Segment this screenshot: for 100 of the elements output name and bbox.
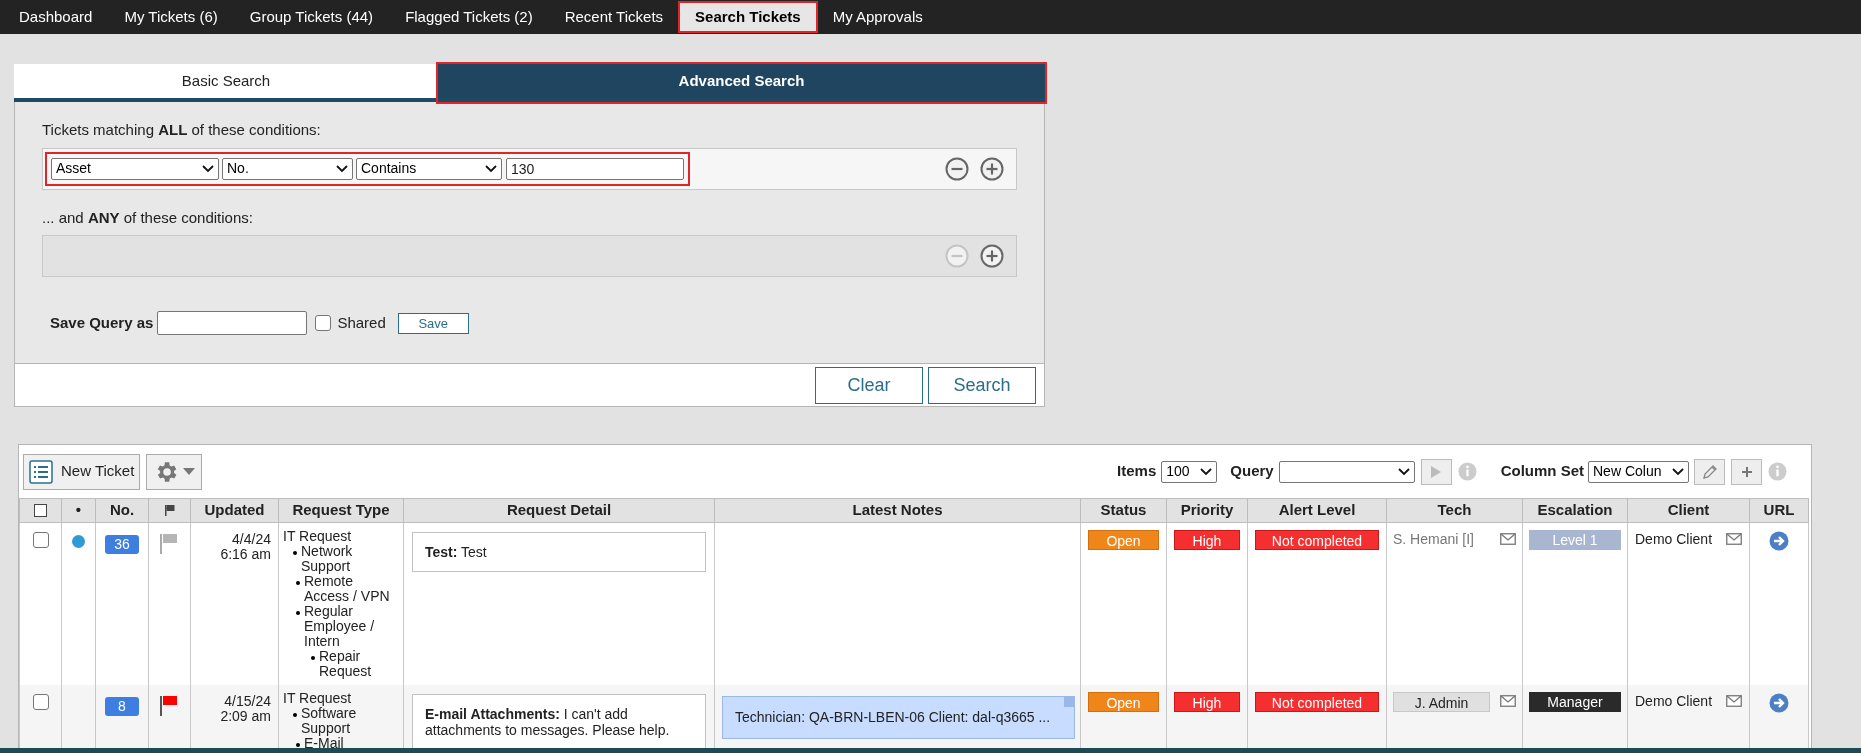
- add-condition-button[interactable]: [980, 156, 1004, 181]
- query-name-field[interactable]: [157, 311, 308, 335]
- note-text: Technician: QA-BRN-LBEN-06 Client: dal-q3665 ...: [735, 708, 1051, 725]
- request-detail-text: Test: Test: [425, 543, 487, 560]
- caret-icon: [1672, 467, 1684, 476]
- ticket-number-badge[interactable]: 8: [105, 696, 139, 716]
- arrow-right-icon[interactable]: [1769, 530, 1789, 551]
- column-header[interactable]: Client: [1627, 498, 1750, 522]
- updated-time: 2:09 am: [219, 708, 271, 724]
- note-card[interactable]: Technician: QA-BRN-LBEN-06 Client: dal-q3665 ...: [722, 695, 1075, 739]
- bullet-icon: [311, 655, 315, 660]
- bullet-icon: [296, 742, 300, 747]
- select-all-checkbox[interactable]: [34, 503, 47, 517]
- column-set-label: Column Set: [1500, 461, 1584, 482]
- flag-icon[interactable]: [160, 695, 180, 716]
- bullet-icon: [296, 580, 300, 585]
- request-type-text: E-Mail: [304, 735, 344, 751]
- clear-button[interactable]: Clear: [815, 366, 923, 404]
- flag-icon: [163, 504, 176, 517]
- play-icon: [1430, 464, 1443, 479]
- mail-icon[interactable]: [1726, 532, 1742, 545]
- client-name: Demo Client: [1635, 529, 1713, 548]
- updated-date: 4/15/24: [223, 693, 271, 709]
- column-header[interactable]: URL: [1749, 498, 1809, 522]
- search-mode-tab[interactable]: Advanced Search: [438, 64, 1045, 102]
- column-header[interactable]: Status: [1080, 498, 1167, 522]
- column-header[interactable]: Latest Notes: [714, 498, 1081, 522]
- page-corner-icon: [1064, 696, 1074, 707]
- request-detail-text: E-mail Attachments: I can't add attachments to messages. Please help.: [425, 705, 670, 738]
- request-type-text: Regular Employee / Intern: [304, 603, 376, 649]
- column-header[interactable]: [19, 498, 62, 522]
- add-column-set-button[interactable]: [1731, 458, 1762, 485]
- save-button[interactable]: Save: [397, 312, 469, 334]
- caret-icon: [1397, 467, 1410, 476]
- column-header[interactable]: Request Type: [278, 498, 404, 522]
- client-name: Demo Client: [1635, 691, 1713, 710]
- field-select[interactable]: Asset: [51, 157, 219, 180]
- nav-tab[interactable]: Group Tickets (44): [234, 3, 389, 31]
- shared-label: Shared: [337, 312, 386, 333]
- request-type-text: IT Request: [283, 690, 352, 706]
- arrow-right-icon[interactable]: [1769, 692, 1789, 713]
- caret-icon: [336, 164, 348, 173]
- priority-badge: High: [1174, 529, 1240, 550]
- settings-menu-button[interactable]: [146, 453, 203, 490]
- any-conditions-label: ... and ANY of these conditions:: [42, 208, 253, 226]
- operator-select[interactable]: Contains: [356, 157, 502, 180]
- alert-level-badge: Not completed: [1255, 691, 1379, 712]
- nav-tab[interactable]: My Tickets (6): [109, 3, 233, 31]
- caret-icon: [183, 467, 196, 476]
- column-header[interactable]: Request Detail: [403, 498, 715, 522]
- query-label: Query: [1230, 461, 1274, 482]
- column-header[interactable]: No.: [95, 498, 149, 522]
- mail-icon[interactable]: [1726, 694, 1742, 707]
- updated-time: 6:16 am: [219, 546, 271, 562]
- column-header[interactable]: Tech: [1386, 498, 1523, 522]
- nav-tab[interactable]: Dashboard: [4, 3, 108, 31]
- status-badge: Open: [1088, 529, 1159, 550]
- new-ticket-button[interactable]: New Ticket: [23, 453, 141, 490]
- nav-tab[interactable]: Search Tickets: [680, 3, 816, 31]
- ticket-number-badge[interactable]: 36: [105, 534, 139, 554]
- shared-checkbox[interactable]: [315, 315, 332, 331]
- request-type-text: Remote Access / VPN: [304, 573, 391, 604]
- items-select[interactable]: 100: [1161, 460, 1218, 483]
- search-mode-tab[interactable]: Basic Search: [14, 64, 438, 102]
- bullet-icon: [293, 712, 297, 717]
- request-type-text: IT Request: [283, 528, 352, 544]
- all-conditions-label: Tickets matching ALL of these conditions:: [42, 121, 321, 138]
- nav-tab[interactable]: My Approvals: [817, 3, 938, 31]
- nav-tab[interactable]: Flagged Tickets (2): [390, 3, 548, 31]
- row-checkbox[interactable]: [32, 531, 49, 548]
- column-set-select[interactable]: New Colun: [1588, 460, 1689, 483]
- nav-tab[interactable]: Recent Tickets: [549, 3, 679, 31]
- subfield-select[interactable]: No.: [222, 157, 353, 180]
- priority-badge: High: [1174, 691, 1240, 712]
- value-field[interactable]: 130: [506, 157, 684, 180]
- mail-icon[interactable]: [1500, 532, 1516, 545]
- query-select[interactable]: [1278, 460, 1415, 483]
- search-button[interactable]: Search: [928, 366, 1036, 404]
- caret-icon: [202, 164, 214, 173]
- tech-name: S. Hemani [I]: [1393, 529, 1474, 548]
- alert-level-badge: Not completed: [1255, 529, 1379, 550]
- request-type-text: Network Support: [301, 543, 354, 574]
- escalation-badge: Manager: [1529, 691, 1621, 712]
- updated-date: 4/4/24: [231, 531, 271, 547]
- column-header[interactable]: [148, 498, 191, 522]
- column-header[interactable]: •: [61, 498, 96, 522]
- bullet-icon: [296, 610, 300, 615]
- plus-icon: [1740, 465, 1753, 478]
- caret-icon: [1200, 467, 1213, 476]
- column-header[interactable]: Alert Level: [1247, 498, 1387, 522]
- mail-icon[interactable]: [1500, 694, 1516, 707]
- remove-condition-button[interactable]: [945, 156, 969, 181]
- row-checkbox[interactable]: [32, 693, 49, 710]
- escalation-badge: Level 1: [1529, 529, 1621, 550]
- status-badge: Open: [1088, 691, 1159, 712]
- column-header[interactable]: Escalation: [1522, 498, 1628, 522]
- column-header[interactable]: Priority: [1166, 498, 1248, 522]
- edit-column-set-button[interactable]: [1694, 458, 1725, 485]
- column-header[interactable]: Updated: [190, 498, 279, 522]
- items-label: Items: [1117, 461, 1157, 482]
